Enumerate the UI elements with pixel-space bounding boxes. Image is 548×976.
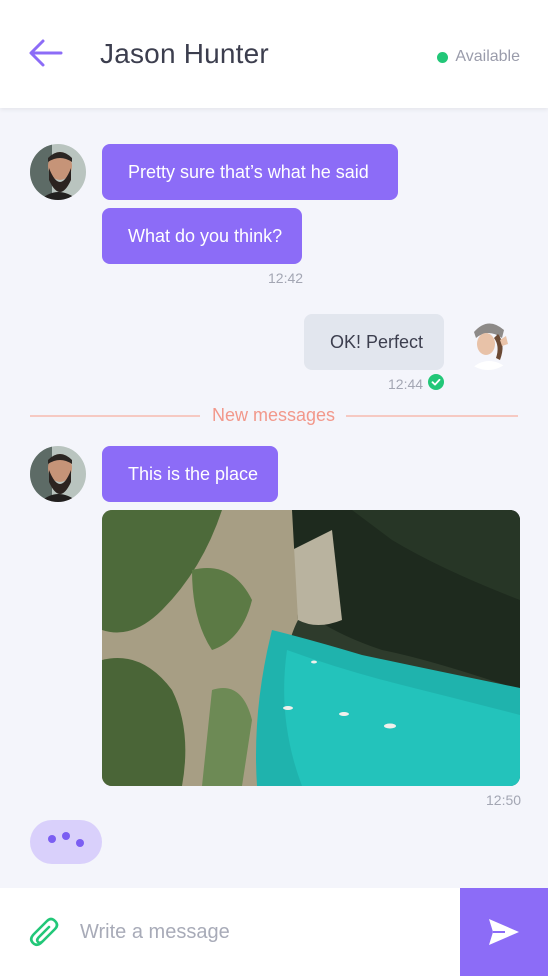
river-canyon-photo[interactable]	[102, 510, 520, 786]
paperclip-icon	[29, 917, 59, 947]
my-avatar[interactable]	[460, 314, 516, 370]
message-bubble[interactable]: Pretty sure that’s what he said	[102, 144, 398, 200]
check-circle-icon	[428, 374, 444, 390]
chat-header: Jason Hunter Available	[0, 0, 548, 108]
message-bubble[interactable]: What do you think?	[102, 208, 302, 264]
typing-dots-icon	[30, 820, 102, 864]
contact-avatar[interactable]	[30, 144, 86, 200]
attach-button[interactable]	[28, 916, 62, 950]
message-bubble[interactable]: This is the place	[102, 446, 278, 502]
arrow-left-icon	[29, 39, 63, 67]
contact-name: Jason Hunter	[100, 38, 269, 69]
back-button[interactable]	[28, 38, 64, 68]
message-input[interactable]	[80, 912, 440, 952]
typing-dot	[62, 832, 70, 840]
contact-avatar[interactable]	[30, 446, 86, 502]
message-time: 12:50	[486, 792, 522, 808]
message-bubble-outgoing[interactable]: OK! Perfect	[304, 314, 444, 370]
send-icon	[489, 919, 519, 945]
message-time: 12:44	[388, 376, 424, 392]
message-time: 12:42	[268, 270, 304, 286]
message-composer	[0, 888, 548, 976]
chat-screen: Jason Hunter Available Pretty sure that’…	[0, 0, 548, 976]
new-messages-label: New messages	[212, 405, 336, 425]
status-dot	[437, 51, 449, 63]
divider-line	[346, 415, 518, 417]
divider-line	[30, 415, 200, 417]
send-button[interactable]	[460, 888, 548, 976]
typing-dot	[76, 839, 84, 847]
typing-dot	[48, 835, 56, 843]
status-text: Available	[455, 48, 520, 65]
presence-status: Available	[437, 48, 520, 66]
